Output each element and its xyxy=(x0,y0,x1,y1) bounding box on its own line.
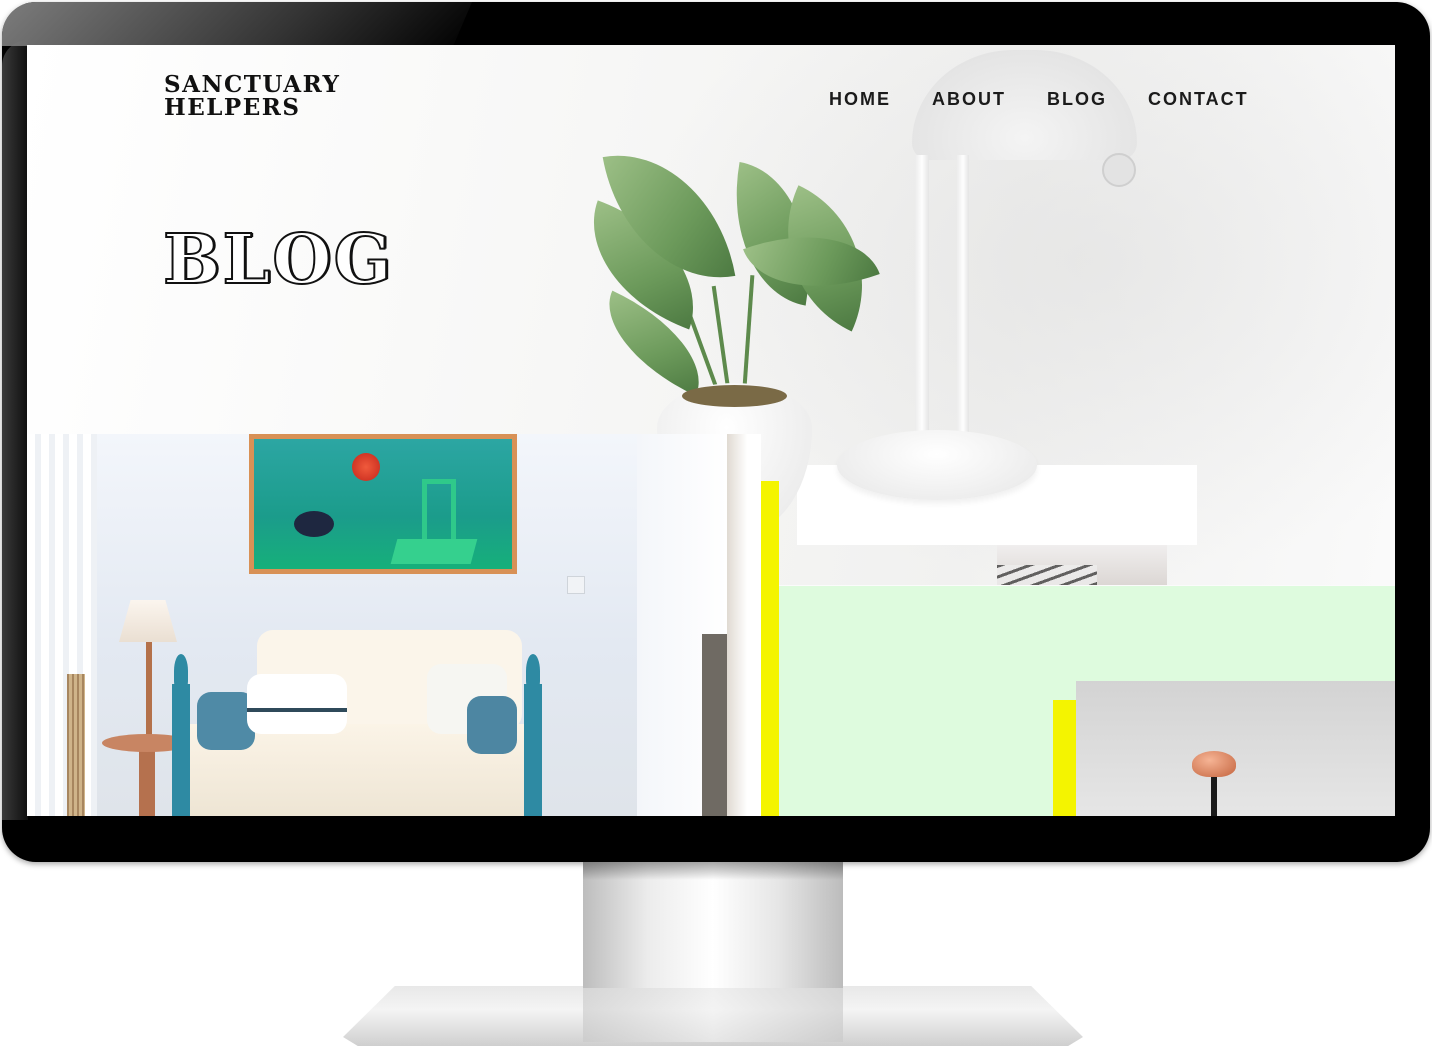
table-lamp-pole-image xyxy=(146,642,152,737)
accent-bar-yellow xyxy=(761,481,779,816)
nav-item-blog[interactable]: BLOG xyxy=(1047,89,1107,110)
logo-line-2: HELPERS xyxy=(164,94,301,121)
side-table-leg-image xyxy=(139,749,155,816)
page-title: BLOG xyxy=(162,219,394,301)
monitor-neck xyxy=(583,862,843,988)
monitor-neck-shadow xyxy=(583,862,843,880)
lamp-pole-image xyxy=(957,155,969,455)
lamp-knob-image xyxy=(1102,153,1136,187)
painting-canvas xyxy=(254,439,512,569)
sofa-finial-image xyxy=(526,654,540,688)
painting-table xyxy=(390,539,478,564)
monitor-foot-highlight xyxy=(583,986,843,1042)
sofa-arm-image xyxy=(524,684,542,816)
doorway-image xyxy=(702,634,727,816)
accent-bar-yellow xyxy=(1053,700,1077,816)
desk-slats-image xyxy=(997,565,1097,585)
nav-item-contact[interactable]: CONTACT xyxy=(1148,89,1249,110)
plant-soil-image xyxy=(682,385,787,407)
logo-line-1: SANCTUARY xyxy=(164,71,341,98)
pendant-canopy-image xyxy=(1192,751,1236,777)
sofa-finial-image xyxy=(174,654,188,688)
pillow-image xyxy=(247,674,347,734)
nav-item-about[interactable]: ABOUT xyxy=(932,89,1006,110)
bezel-highlight xyxy=(2,40,28,820)
lamp-base-image xyxy=(837,430,1037,500)
image-edge-strip xyxy=(727,434,761,816)
curtain-image xyxy=(27,434,97,816)
site-logo[interactable]: SANCTUARY HELPERS xyxy=(164,73,340,119)
sofa-arm-image xyxy=(172,684,190,816)
light-switch-image xyxy=(567,576,585,594)
pillow-image xyxy=(467,696,517,754)
painting-grapes xyxy=(294,511,334,537)
lamp-pole-image xyxy=(915,155,929,455)
blog-post-thumbnail-pendant[interactable] xyxy=(1076,681,1395,816)
painting-chair xyxy=(422,479,456,539)
website-screen: SANCTUARY HELPERS HOME ABOUT BLOG CONTAC… xyxy=(27,45,1395,816)
table-lamp-shade-image xyxy=(119,600,177,642)
nav-item-home[interactable]: HOME xyxy=(829,89,891,110)
blog-post-thumbnail[interactable] xyxy=(27,434,727,816)
painting-flower xyxy=(352,453,380,481)
main-nav: HOME ABOUT BLOG CONTACT xyxy=(829,89,1249,110)
painting-image xyxy=(249,434,517,574)
bezel-sheen xyxy=(2,2,472,46)
broom-image xyxy=(67,674,85,816)
